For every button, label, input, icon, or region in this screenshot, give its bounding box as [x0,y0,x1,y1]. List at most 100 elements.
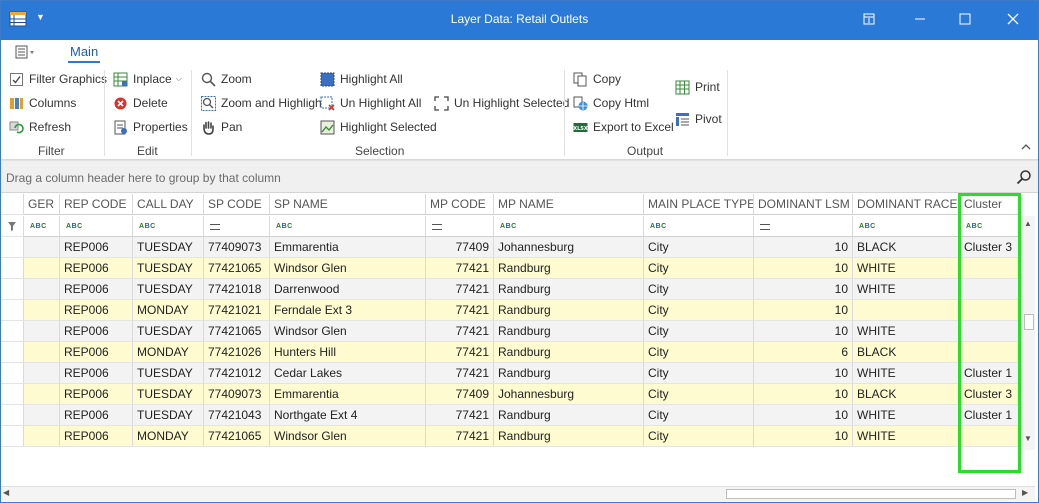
table-row[interactable]: REP006 TUESDAY 77409073 Emmarentia 77409 Joha… [0,237,1021,258]
cell-dominant-lsm[interactable]: 6 [754,342,853,363]
filter-cell-dominant-race[interactable]: ABC [853,216,960,237]
collapse-ribbon-icon[interactable] [1019,140,1033,154]
cell-dominant-race[interactable]: BLACK [853,342,960,363]
cell-main-place-type[interactable]: City [644,237,754,258]
filter-cell-mp-name[interactable]: ABC [494,216,644,237]
cell-sp-code[interactable]: 77421012 [204,363,270,384]
cell-sp-name[interactable]: Hunters Hill [270,342,426,363]
cell-main-place-type[interactable]: City [644,384,754,405]
filter-cell-sp-name[interactable]: ABC [270,216,426,237]
cell-dominant-lsm[interactable]: 10 [754,300,853,321]
cell-rep-code[interactable]: REP006 [60,342,133,363]
export-to-excel-button[interactable]: XLSX Export to Excel [573,117,673,137]
cell-dominant-race[interactable]: WHITE [853,363,960,384]
cell-sp-code[interactable]: 77409073 [204,237,270,258]
scroll-down-icon[interactable]: ▼ [1024,434,1032,443]
cell-mp-code[interactable]: 77421 [426,426,494,447]
table-row[interactable]: REP006 TUESDAY 77421018 Darrenwood 77421 Rand… [0,279,1021,300]
column-header-sp-name[interactable]: SP NAME [270,194,426,215]
table-row[interactable]: REP006 TUESDAY 77421043 Northgate Ext 4 7742… [0,405,1021,426]
cell-sp-name[interactable]: Windsor Glen [270,258,426,279]
cell-ger[interactable] [24,384,60,405]
cell-main-place-type[interactable]: City [644,363,754,384]
cell-mp-name[interactable]: Randburg [494,321,644,342]
cell-mp-code[interactable]: 77409 [426,384,494,405]
maximize-icon[interactable] [953,8,977,30]
filter-graphics-button[interactable]: Filter Graphics [9,69,107,89]
cell-sp-code[interactable]: 77421018 [204,279,270,300]
cell-ger[interactable] [24,405,60,426]
cell-rep-code[interactable]: REP006 [60,279,133,300]
highlight-all-button[interactable]: Highlight All [320,69,403,89]
column-header-mp-name[interactable]: MP NAME [494,194,644,215]
cell-dominant-lsm[interactable]: 10 [754,426,853,447]
cell-dominant-race[interactable] [853,300,960,321]
cell-mp-name[interactable]: Randburg [494,279,644,300]
zoom-button[interactable]: Zoom [201,69,252,89]
cell-main-place-type[interactable]: City [644,258,754,279]
cell-mp-code[interactable]: 77421 [426,300,494,321]
un-highlight-selected-button[interactable]: Un Highlight Selected [434,93,569,113]
cell-sp-code[interactable]: 77421065 [204,258,270,279]
zoom-and-highlight-button[interactable]: Zoom and Highlight [201,93,325,113]
tab-main[interactable]: Main [67,44,101,63]
filter-cell-mp-code[interactable] [426,216,494,237]
cell-mp-code[interactable]: 77421 [426,363,494,384]
cell-call-day[interactable]: TUESDAY [133,405,204,426]
filter-cell-main-place-type[interactable]: ABC [644,216,754,237]
column-header-main-place-type[interactable]: MAIN PLACE TYPE [644,194,754,215]
cell-sp-code[interactable]: 77421026 [204,342,270,363]
cell-mp-name[interactable]: Randburg [494,258,644,279]
cell-sp-code[interactable]: 77421065 [204,321,270,342]
cell-call-day[interactable]: TUESDAY [133,237,204,258]
cell-dominant-race[interactable]: BLACK [853,384,960,405]
print-button[interactable]: Print [675,77,720,97]
scroll-up-icon[interactable]: ▲ [1024,219,1032,228]
cell-sp-code[interactable]: 77421043 [204,405,270,426]
scroll-left-icon[interactable]: ◀ [3,488,9,497]
cell-rep-code[interactable]: REP006 [60,258,133,279]
cell-sp-name[interactable]: Emmarentia [270,237,426,258]
cell-call-day[interactable]: MONDAY [133,300,204,321]
refresh-button[interactable]: Refresh [9,117,71,137]
column-header-ger[interactable]: GER [24,194,60,215]
filter-cell-call-day[interactable]: ABC [133,216,204,237]
pivot-button[interactable]: Pivot [675,109,722,129]
cell-dominant-lsm[interactable]: 10 [754,384,853,405]
cell-main-place-type[interactable]: City [644,300,754,321]
cell-call-day[interactable]: MONDAY [133,342,204,363]
vertical-scrollbar[interactable]: ▲ ▼ [1021,216,1035,450]
cell-rep-code[interactable]: REP006 [60,363,133,384]
cell-sp-name[interactable]: Cedar Lakes [270,363,426,384]
cell-call-day[interactable]: TUESDAY [133,363,204,384]
filter-cell-rep-code[interactable]: ABC [60,216,133,237]
cell-sp-name[interactable]: Windsor Glen [270,321,426,342]
table-row[interactable]: REP006 MONDAY 77421026 Hunters Hill 77421 Ran… [0,342,1021,363]
column-header-sp-code[interactable]: SP CODE [204,194,270,215]
table-row[interactable]: REP006 TUESDAY 77409073 Emmarentia 77409 Joha… [0,384,1021,405]
horizontal-scrollbar[interactable]: ◀ ▶ [0,486,1035,501]
cell-main-place-type[interactable]: City [644,321,754,342]
filter-cell-sp-code[interactable] [204,216,270,237]
highlight-selected-button[interactable]: Highlight Selected [320,117,437,137]
scroll-right-icon[interactable]: ▶ [1022,488,1028,497]
cell-mp-name[interactable]: Randburg [494,405,644,426]
grid-filter-row[interactable]: ABC ABC ABC ABC ABC ABC ABC ABC [0,216,1021,237]
column-header-call-day[interactable]: CALL DAY [133,194,204,215]
cell-mp-name[interactable]: Randburg [494,426,644,447]
cell-dominant-lsm[interactable]: 10 [754,405,853,426]
cell-main-place-type[interactable]: City [644,426,754,447]
cell-dominant-lsm[interactable]: 10 [754,321,853,342]
cell-dominant-lsm[interactable]: 10 [754,237,853,258]
cell-sp-name[interactable]: Ferndale Ext 3 [270,300,426,321]
data-grid[interactable]: GER REP CODE CALL DAY SP CODE SP NAME MP CODE… [0,194,1021,450]
cell-ger[interactable] [24,321,60,342]
cell-sp-name[interactable]: Darrenwood [270,279,426,300]
cell-mp-name[interactable]: Johannesburg [494,384,644,405]
horizontal-scroll-thumb[interactable] [726,489,1016,499]
column-header-dominant-race[interactable]: DOMINANT RACE [853,194,960,215]
quick-access-menu-icon[interactable] [14,44,38,60]
cell-dominant-race[interactable]: WHITE [853,426,960,447]
copy-button[interactable]: Copy [573,69,621,89]
column-header-rep-code[interactable]: REP CODE [60,194,133,215]
